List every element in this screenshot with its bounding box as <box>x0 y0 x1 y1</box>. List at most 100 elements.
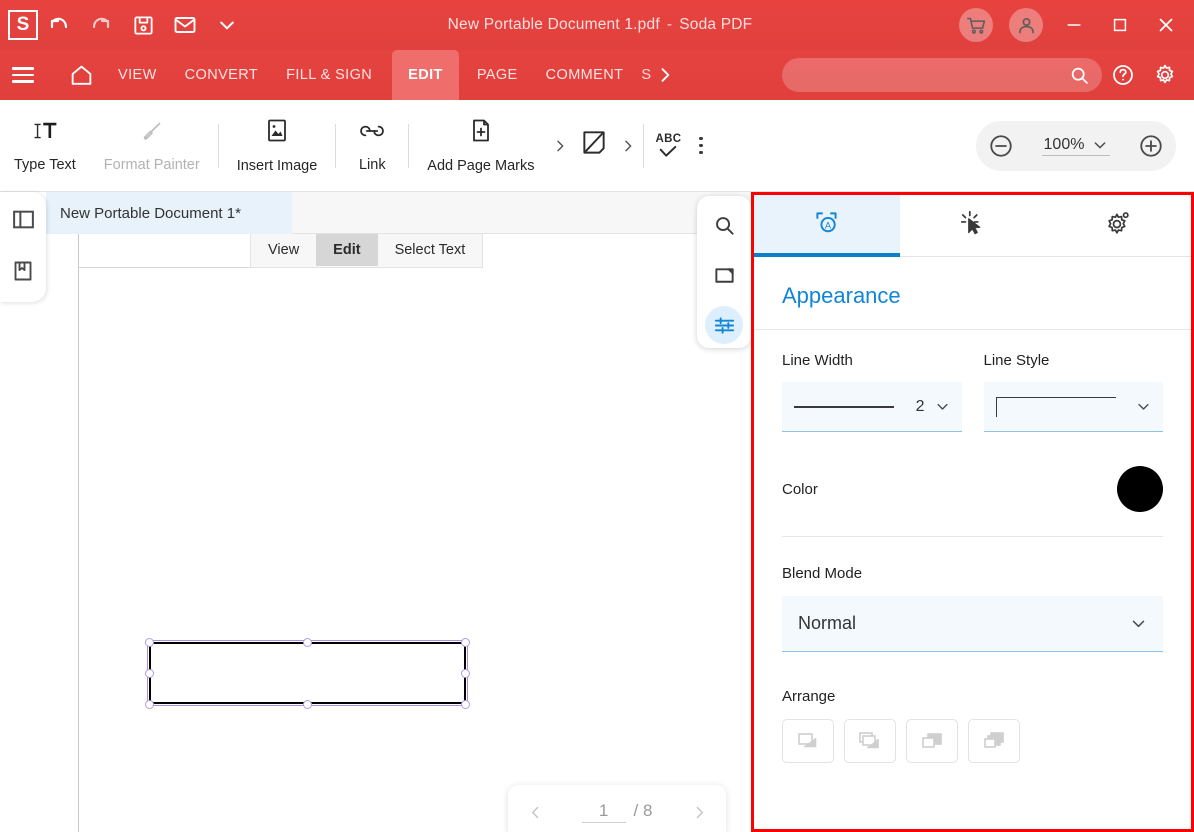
selected-shape[interactable] <box>145 638 470 709</box>
link-icon <box>358 119 386 148</box>
tool-type-text[interactable]: Type Text <box>0 100 90 192</box>
email-icon[interactable] <box>164 4 206 46</box>
menu-item-truncated[interactable]: S <box>637 67 651 83</box>
menu-bar-right <box>782 54 1194 96</box>
tab-action[interactable] <box>900 195 1046 256</box>
resize-handle-middle-left[interactable] <box>145 669 154 678</box>
search-box[interactable] <box>782 58 1102 92</box>
tool-insert-image[interactable]: Insert Image <box>223 100 332 192</box>
account-icon[interactable] <box>1009 8 1043 42</box>
color-row: Color <box>782 432 1163 537</box>
panel-title: Appearance <box>782 283 901 308</box>
resize-handle-middle-right[interactable] <box>461 669 470 678</box>
menu-item-edit[interactable]: EDIT <box>392 50 459 100</box>
line-style-label: Line Style <box>983 352 1050 369</box>
search-input[interactable] <box>798 67 1069 83</box>
resize-handle-top-right[interactable] <box>461 638 470 647</box>
ribbon-expand-2-chevron-right-icon[interactable] <box>617 138 639 154</box>
soda-logo[interactable]: S <box>8 10 38 40</box>
resize-handle-top-center[interactable] <box>303 638 312 647</box>
panel-toggle-icon[interactable] <box>8 204 38 234</box>
more-actions-chevron-down-icon[interactable] <box>206 4 248 46</box>
view-mode-bar: View Edit Select Text <box>250 234 484 268</box>
zoom-in-icon[interactable] <box>1138 133 1164 159</box>
resize-handle-bottom-center[interactable] <box>303 700 312 709</box>
tool-add-page-marks[interactable]: Add Page Marks <box>413 100 548 192</box>
zoom-out-icon[interactable] <box>988 133 1014 159</box>
redo-icon[interactable] <box>80 4 122 46</box>
save-icon[interactable] <box>122 4 164 46</box>
page-navigation: 1 / 8 <box>508 785 726 832</box>
previous-page-chevron-left-icon[interactable] <box>522 804 548 821</box>
pages-panel-icon[interactable] <box>705 256 743 294</box>
document-tab[interactable]: New Portable Document 1* <box>46 192 292 234</box>
menu-overflow-chevron-right-icon[interactable] <box>651 65 679 85</box>
gear-icon[interactable] <box>1144 54 1186 96</box>
menu-item-convert[interactable]: CONVERT <box>171 50 272 100</box>
tool-label: Format Painter <box>103 156 200 173</box>
tool-watermark[interactable] <box>571 128 617 163</box>
toolbar-divider <box>642 123 644 168</box>
hamburger-icon[interactable] <box>0 50 46 100</box>
zoom-control: 100% <box>976 120 1176 171</box>
zoom-chevron-down-icon[interactable] <box>1092 137 1108 153</box>
undo-icon[interactable] <box>38 4 80 46</box>
arrange-block: Arrange <box>782 652 1163 763</box>
soda-pdf-window: S New Portable Document 1.pdf - Soda PDF… <box>0 0 1194 832</box>
window-title-app: Soda PDF <box>679 16 753 33</box>
bring-forward-button[interactable] <box>782 719 834 763</box>
floating-tool-strip <box>697 196 751 348</box>
next-page-chevron-right-icon[interactable] <box>686 804 712 821</box>
close-icon[interactable] <box>1144 1 1188 49</box>
toolbar-divider <box>335 123 337 168</box>
maximize-icon[interactable] <box>1098 1 1142 49</box>
send-backward-button[interactable] <box>906 719 958 763</box>
minimize-icon[interactable] <box>1052 1 1096 49</box>
line-width-chevron-down-icon[interactable] <box>935 399 950 414</box>
shopping-cart-icon[interactable] <box>959 8 993 42</box>
menu-item-fill-and-sign[interactable]: FILL & SIGN <box>272 50 386 100</box>
properties-panel-tabs: A <box>754 195 1191 257</box>
format-painter-icon <box>139 119 165 148</box>
line-width-select[interactable]: 2 <box>782 382 962 432</box>
title-bar: S New Portable Document 1.pdf - Soda PDF <box>0 0 1194 50</box>
tab-appearance[interactable]: A <box>754 195 900 257</box>
blend-mode-chevron-down-icon[interactable] <box>1130 615 1147 632</box>
resize-handle-bottom-right[interactable] <box>461 700 470 709</box>
menu-item-comment[interactable]: COMMENT <box>532 50 638 100</box>
resize-handle-top-left[interactable] <box>145 638 154 647</box>
appearance-icon: A <box>812 208 842 243</box>
mode-button-view[interactable]: View <box>251 234 316 266</box>
blend-mode-select[interactable]: Normal <box>782 596 1163 652</box>
mode-button-select-text[interactable]: Select Text <box>378 234 483 266</box>
line-style-select[interactable] <box>983 382 1163 432</box>
color-swatch[interactable] <box>1117 466 1163 512</box>
rectangle-shape[interactable] <box>147 640 468 706</box>
document-canvas[interactable]: 1 / 8 <box>78 234 751 832</box>
bring-to-front-button[interactable] <box>844 719 896 763</box>
tool-format-painter[interactable]: Format Painter <box>90 100 214 192</box>
resize-handle-bottom-left[interactable] <box>145 700 154 709</box>
properties-sliders-icon[interactable] <box>705 306 743 344</box>
menu-item-page[interactable]: PAGE <box>463 50 532 100</box>
tool-label: Link <box>358 156 386 173</box>
tab-settings[interactable] <box>1045 195 1191 256</box>
zoom-value-field[interactable]: 100% <box>1041 136 1111 156</box>
bookmark-icon[interactable] <box>8 256 38 286</box>
menu-item-view[interactable]: VIEW <box>104 50 171 100</box>
send-to-back-button[interactable] <box>968 719 1020 763</box>
ribbon-expand-chevron-right-icon[interactable] <box>549 138 571 154</box>
kebab-menu-icon[interactable] <box>689 136 713 155</box>
tool-label: Add Page Marks <box>427 157 535 174</box>
insert-image-icon <box>265 118 289 149</box>
current-page-input[interactable]: 1 <box>581 801 626 823</box>
type-text-icon <box>31 119 59 148</box>
help-icon[interactable] <box>1102 54 1144 96</box>
search-icon[interactable] <box>705 206 743 244</box>
home-icon[interactable] <box>58 50 104 100</box>
tool-link[interactable]: Link <box>340 100 404 192</box>
mode-button-edit[interactable]: Edit <box>316 234 378 266</box>
tool-spellcheck[interactable]: ABC <box>648 133 690 158</box>
line-style-chevron-down-icon[interactable] <box>1136 399 1151 414</box>
search-icon[interactable] <box>1069 65 1096 86</box>
